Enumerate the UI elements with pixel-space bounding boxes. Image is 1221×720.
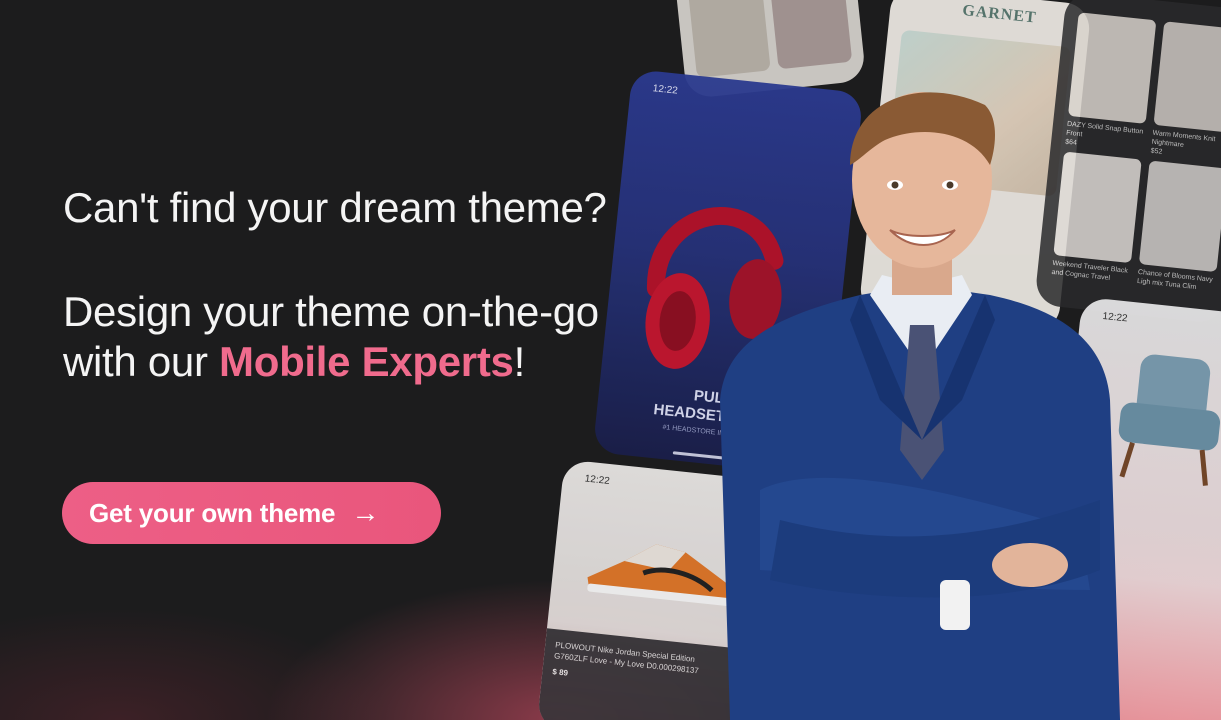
product-price: $ 89 xyxy=(551,667,569,678)
status-time: 12:22 xyxy=(584,473,611,488)
product-photo xyxy=(768,0,853,70)
garnet-logo: GARNET xyxy=(961,1,1038,27)
arrow-right-icon: → xyxy=(351,497,380,528)
get-theme-button[interactable]: Get your own theme → xyxy=(62,482,441,544)
headline-line-3: with our Mobile Experts! xyxy=(63,338,525,385)
promo-banner: 12:22 PULSE HEADSET STORE #1 HEADSTORE I… xyxy=(0,0,1221,720)
highlight-mobile-experts: Mobile Experts xyxy=(219,338,514,385)
product-photo xyxy=(686,0,771,78)
product-photo xyxy=(1138,160,1221,273)
person-illustration xyxy=(720,92,1120,720)
status-time: 12:22 xyxy=(652,83,679,97)
headline-question: Can't find your dream theme? xyxy=(63,184,607,231)
get-theme-button-label: Get your own theme xyxy=(89,497,336,528)
product-photo xyxy=(1153,21,1221,133)
headline-line-2: Design your theme on-the-go xyxy=(63,288,599,335)
product-name: Chance of Blooms Navy Ligh mix Tuna Clim xyxy=(1136,268,1214,292)
headline: Can't find your dream theme? Design your… xyxy=(63,183,607,387)
product-name: Warm Moments Knit Nightmare $52 xyxy=(1150,129,1216,156)
